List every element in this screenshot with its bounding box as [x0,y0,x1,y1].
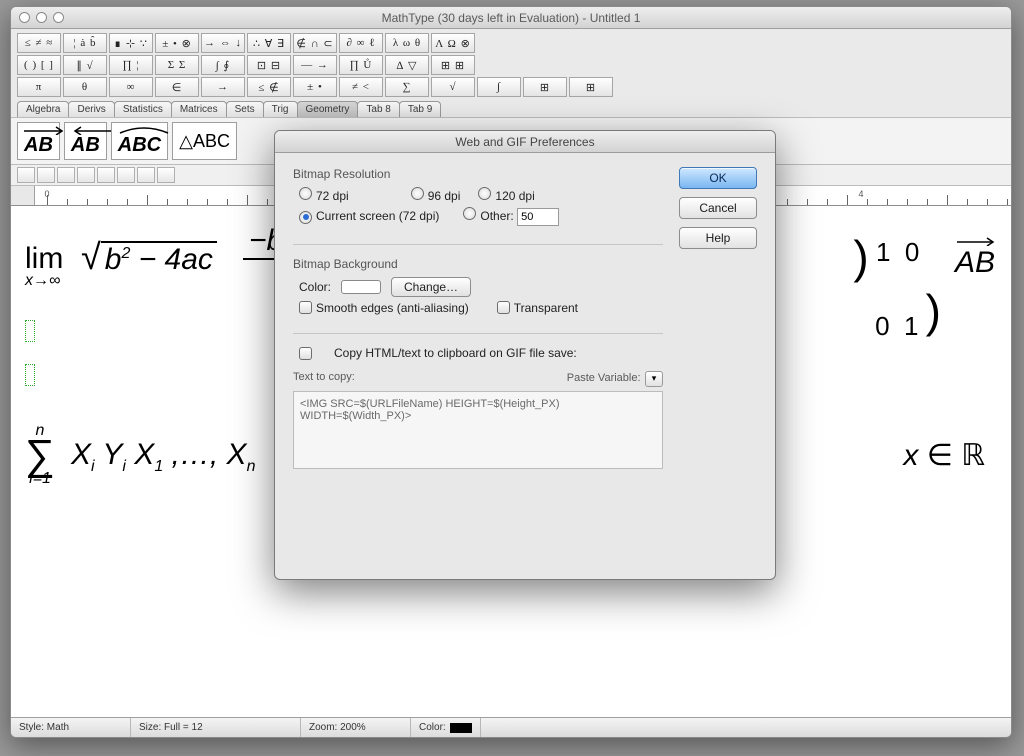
radio-72dpi[interactable] [299,187,312,200]
palette-button[interactable]: ∏ ¦ [109,55,153,75]
palette-button[interactable]: ≤ ≠ ≈ [17,33,61,53]
template-triangle-abc[interactable]: △ABC [172,122,237,160]
small-tool[interactable] [57,167,75,183]
palette-button[interactable]: ⊞ [523,77,567,97]
palette-button[interactable]: ∆ ▽ [385,55,429,75]
checkbox-smooth-edges[interactable] [299,301,312,314]
status-color-swatch[interactable] [450,723,472,733]
palette-button[interactable]: → ⇔ ↓ [201,33,245,53]
palette-button[interactable]: ± • [293,77,337,97]
small-tool[interactable] [137,167,155,183]
window-title: MathType (30 days left in Evaluation) - … [11,11,1011,25]
palette-button[interactable]: ∫ ∮ [201,55,245,75]
palette-button[interactable]: ± • ⊗ [155,33,199,53]
small-tool[interactable] [37,167,55,183]
group-bitmap-background: Bitmap Background [293,257,663,271]
preferences-dialog: Web and GIF Preferences Bitmap Resolutio… [274,130,776,580]
tab-trig[interactable]: Trig [263,101,298,117]
dialog-title: Web and GIF Preferences [275,131,775,153]
palette-button[interactable]: ∫ [477,77,521,97]
palette-button[interactable]: ∈ [155,77,199,97]
template-vector-ab-left[interactable]: AB [64,122,107,160]
tab-sets[interactable]: Sets [226,101,264,117]
matrix: ) 1 0 0 1 ) [853,230,941,342]
toolbar: ≤ ≠ ≈¦ ȧ b̂∎ ⊹ ∵± • ⊗→ ⇔ ↓∴ ∀ ∃∉ ∩ ⊂∂ ∞ … [11,29,1011,118]
small-tool[interactable] [157,167,175,183]
cancel-button[interactable]: Cancel [679,197,757,219]
change-color-button[interactable]: Change… [391,277,471,297]
sqrt-body: b2 − 4ac [101,241,217,276]
tab-tab-9[interactable]: Tab 9 [399,101,441,117]
other-dpi-input[interactable] [517,208,559,226]
checkbox-transparent[interactable] [497,301,510,314]
palette-button[interactable]: ⊞ ⊞ [431,55,475,75]
tab-matrices[interactable]: Matrices [171,101,227,117]
tab-geometry[interactable]: Geometry [297,101,359,117]
palette-button[interactable]: ( ) [ ] [17,55,61,75]
palette-button[interactable]: ⊡ ⊟ [247,55,291,75]
help-button[interactable]: Help [679,227,757,249]
checkbox-copy-html[interactable] [299,347,312,360]
palette-button[interactable]: ⊞ [569,77,613,97]
text-to-copy-textarea[interactable]: <IMG SRC=$(URLFileName) HEIGHT=$(Height_… [293,391,663,469]
x-in-r: x ∈ ℝ [903,438,985,473]
bg-color-swatch[interactable] [341,280,381,294]
palette-button[interactable]: π [17,77,61,97]
tab-algebra[interactable]: Algebra [17,101,69,117]
palette-button[interactable]: ∎ ⊹ ∵ [109,33,153,53]
placeholder-box[interactable] [25,320,35,347]
palette-button[interactable]: ∑ [385,77,429,97]
group-bitmap-resolution: Bitmap Resolution [293,167,663,181]
ok-button[interactable]: OK [679,167,757,189]
palette-button[interactable]: ∂ ∞ ℓ [339,33,383,53]
small-tool[interactable] [117,167,135,183]
template-arc-abc[interactable]: ABC [111,122,168,160]
tab-statistics[interactable]: Statistics [114,101,172,117]
status-bar: Style: Math Size: Full = 12 Zoom: 200% C… [11,717,1011,737]
placeholder-box[interactable] [25,364,35,391]
tab-derivs[interactable]: Derivs [68,101,114,117]
palette-button[interactable]: ∏ Ů [339,55,383,75]
palette-button[interactable]: ∴ ∀ ∃ [247,33,291,53]
palette-button[interactable]: λ ω θ [385,33,429,53]
palette-button[interactable]: θ [63,77,107,97]
palette-button[interactable]: ¦ ȧ b̂ [63,33,107,53]
radio-120dpi[interactable] [478,187,491,200]
palette-button[interactable]: ∥ √ [63,55,107,75]
template-vector-ab-right[interactable]: AB [17,122,60,160]
small-tool[interactable] [97,167,115,183]
tab-tab-8[interactable]: Tab 8 [357,101,399,117]
palette-button[interactable]: Σ Σ [155,55,199,75]
radio-96dpi[interactable] [411,187,424,200]
palette-button[interactable]: — → [293,55,337,75]
radio-current-screen[interactable] [299,211,312,224]
titlebar: MathType (30 days left in Evaluation) - … [11,7,1011,29]
palette-button[interactable]: → [201,77,245,97]
small-tool[interactable] [17,167,35,183]
palette-button[interactable]: ≤ ∉ [247,77,291,97]
paste-variable-button[interactable]: ▾ [645,371,663,387]
small-tool[interactable] [77,167,95,183]
palette-button[interactable]: Λ Ω ⊗ [431,33,475,53]
palette-button[interactable]: ∉ ∩ ⊂ [293,33,337,53]
palette-button[interactable]: ∞ [109,77,153,97]
palette-button[interactable]: ≠ < [339,77,383,97]
radio-other[interactable] [463,207,476,220]
palette-button[interactable]: √ [431,77,475,97]
